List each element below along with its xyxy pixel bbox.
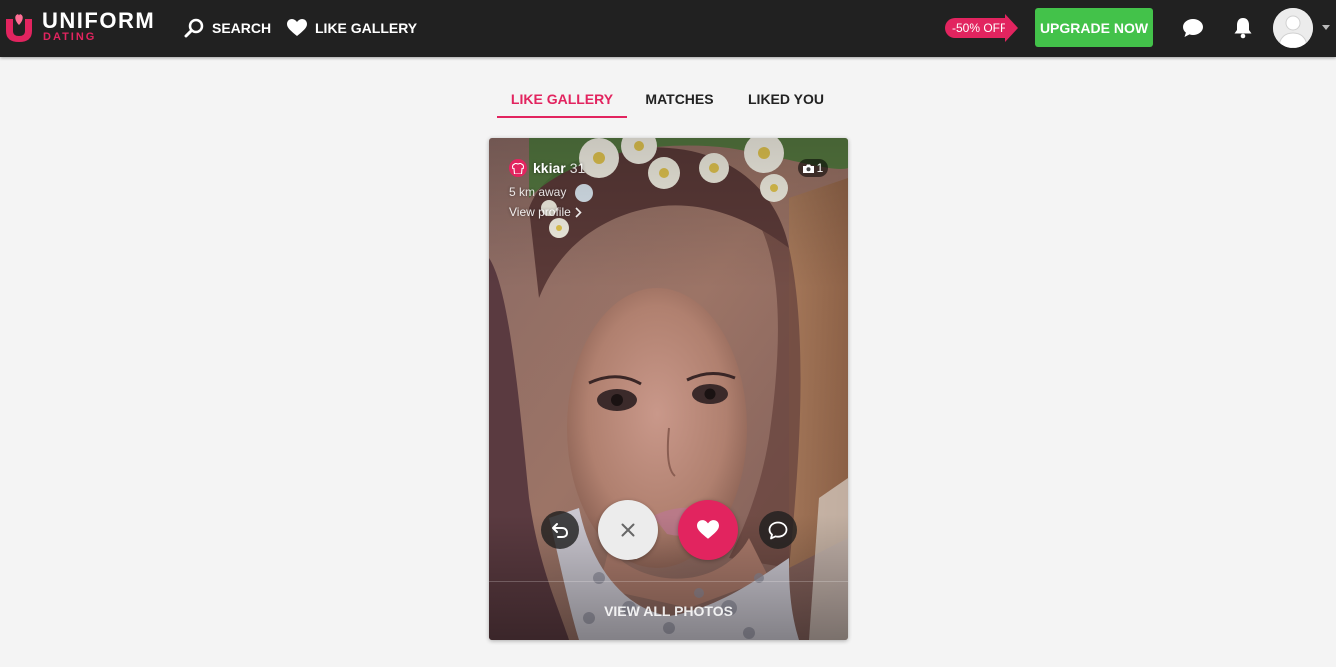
like-button[interactable]	[678, 500, 738, 560]
photo-count-badge[interactable]: 1	[798, 159, 828, 177]
message-button[interactable]	[759, 511, 797, 549]
profile-username[interactable]: kkiar	[533, 160, 566, 176]
logo-subtitle: DATING	[43, 31, 97, 43]
tab-matches[interactable]: MATCHES	[627, 78, 732, 118]
nav-search-label: SEARCH	[212, 20, 272, 36]
nav-search[interactable]: SEARCH	[184, 16, 271, 40]
camera-icon	[802, 164, 814, 173]
search-icon	[184, 18, 204, 38]
message-icon	[768, 521, 788, 539]
profile-age: 31	[569, 160, 586, 176]
profile-card[interactable]: kkiar 31 5 km away View profile 1 VIEW A…	[489, 138, 848, 640]
profile-info: kkiar 31 5 km away View profile	[509, 159, 585, 219]
top-navigation-bar: UNIFORM DATING SEARCH LIKE GALLERY -50% …	[0, 0, 1336, 57]
chat-icon	[1183, 19, 1203, 37]
logo-mark-icon	[6, 14, 32, 42]
user-avatar[interactable]	[1273, 8, 1313, 48]
heart-icon	[697, 520, 719, 539]
uniform-dating-logo[interactable]: UNIFORM DATING	[4, 9, 169, 45]
undo-icon	[552, 523, 569, 538]
nav-like-gallery-label: LIKE GALLERY	[315, 20, 418, 36]
undo-button[interactable]	[541, 511, 579, 549]
view-all-photos-button[interactable]: VIEW ALL PHOTOS	[489, 581, 848, 640]
upgrade-now-button[interactable]: UPGRADE NOW	[1035, 8, 1153, 47]
heart-icon	[287, 19, 307, 36]
chat-button[interactable]	[1179, 14, 1207, 42]
bell-icon	[1234, 18, 1252, 39]
logo-name: UNIFORM	[42, 8, 156, 33]
uniform-badge	[509, 159, 527, 177]
discount-badge[interactable]: -50% OFF	[945, 14, 1019, 42]
gallery-tabs: LIKE GALLERY MATCHES LIKED YOU	[497, 78, 840, 118]
close-icon	[621, 523, 635, 537]
tab-like-gallery[interactable]: LIKE GALLERY	[497, 78, 627, 118]
caret-down-icon[interactable]	[1322, 25, 1330, 30]
shirt-icon	[512, 162, 524, 174]
chevron-right-icon	[575, 206, 582, 218]
photo-count: 1	[816, 161, 824, 175]
profile-name-row: kkiar 31	[509, 159, 585, 177]
arrow-right-icon	[1005, 14, 1018, 42]
view-profile-label: View profile	[509, 205, 571, 219]
dislike-button[interactable]	[598, 500, 658, 560]
discount-label: -50% OFF	[945, 18, 1009, 38]
nav-like-gallery[interactable]: LIKE GALLERY	[287, 16, 417, 40]
view-profile-link[interactable]: View profile	[509, 205, 585, 219]
profile-distance: 5 km away	[509, 185, 567, 199]
notifications-button[interactable]	[1229, 14, 1257, 42]
tab-liked-you[interactable]: LIKED YOU	[732, 78, 840, 118]
avatar-placeholder-icon	[1273, 8, 1313, 48]
